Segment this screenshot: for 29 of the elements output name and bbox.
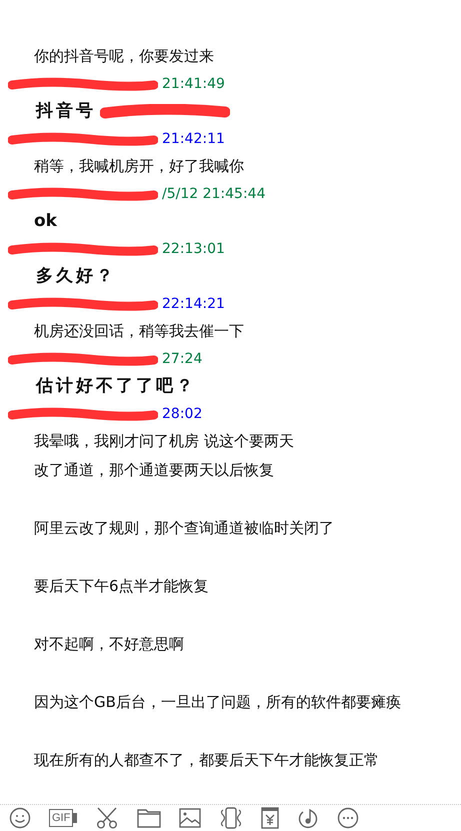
message-timestamp: 22:13:01 — [162, 241, 225, 257]
message-timestamp: 22:14:21 — [162, 296, 225, 312]
scissors-icon[interactable] — [95, 807, 120, 829]
message-timestamp: 21:41:49 — [162, 76, 225, 92]
smiley-icon[interactable] — [9, 807, 31, 829]
message-text: 你的抖音号呢，你要发过来 — [33, 46, 215, 67]
music-note-icon[interactable] — [297, 807, 320, 829]
message-text: 阿里云改了规则，那个查询通道被临时关闭了 — [33, 518, 335, 539]
message-text: 估计好不了了吧？ — [34, 375, 196, 398]
more-icon[interactable] — [337, 807, 360, 829]
message-timestamp: /5/12 21:45:44 — [162, 186, 266, 202]
message-text: 稍等，我喊机房开，好了我喊你 — [33, 156, 245, 177]
message-text: 对不起啊，不好意思啊 — [33, 634, 185, 655]
yen-card-icon[interactable] — [261, 807, 280, 829]
message-timestamp: 28:02 — [162, 406, 202, 422]
message-text: 现在所有的人都查不了，都要后天下午才能恢复正常 — [33, 750, 380, 771]
message-timestamp: 21:42:11 — [162, 131, 225, 147]
message-text: 抖音号 — [34, 100, 96, 123]
phone-vibrate-icon[interactable] — [219, 807, 244, 829]
message-text: 要后天下午6点半才能恢复 — [33, 576, 210, 597]
image-icon[interactable] — [179, 808, 202, 828]
message-text: 改了通道，那个通道要两天以后恢复 — [33, 460, 275, 481]
folder-icon[interactable] — [137, 808, 162, 828]
message-text: 我晕哦，我刚才问了机房 说这个要两天 — [33, 431, 295, 452]
message-text: ok — [33, 210, 58, 233]
message-text: 因为这个GB后台，一旦出了问题，所有的软件都要瘫痪 — [33, 692, 402, 713]
message-timestamp: 27:24 — [162, 351, 202, 367]
message-text: 机房还没回话，稍等我去催一下 — [33, 321, 245, 342]
message-text: 多久好？ — [35, 265, 116, 288]
